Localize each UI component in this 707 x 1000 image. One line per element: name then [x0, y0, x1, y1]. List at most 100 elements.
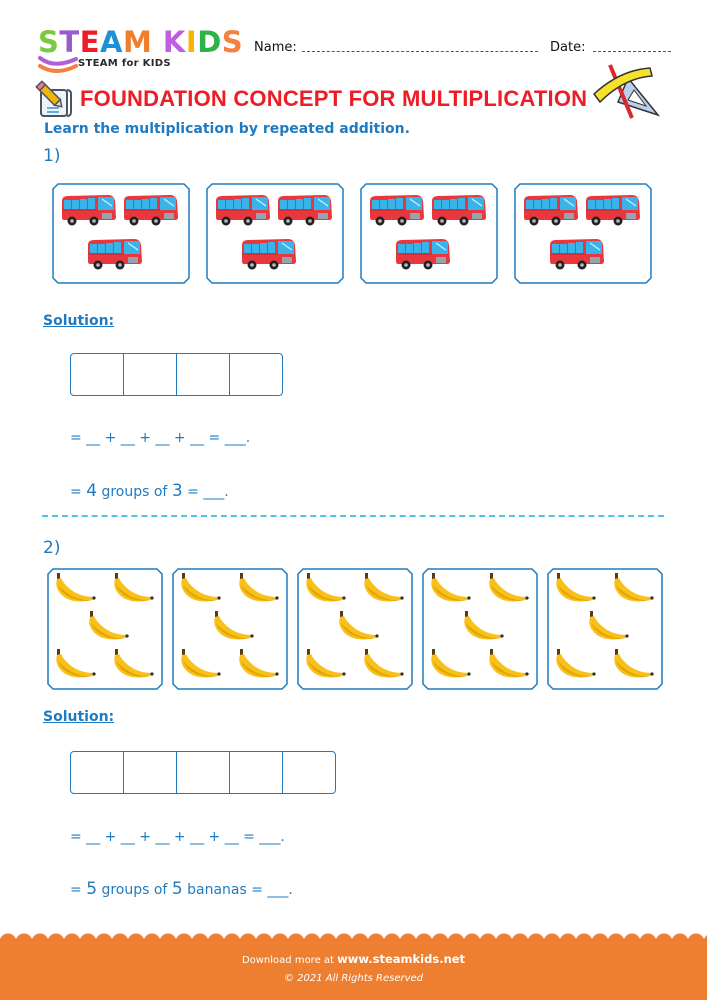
banana-icon	[556, 649, 596, 678]
logo-letter: D	[197, 25, 222, 59]
banana-icon	[489, 649, 529, 678]
logo-letter: S	[38, 25, 60, 59]
banana-icon	[431, 573, 471, 602]
group-box	[297, 568, 413, 690]
eq-mid: groups of	[97, 484, 172, 500]
bus-icon	[242, 239, 296, 270]
eq-suffix: = ___.	[182, 484, 229, 500]
group-box	[514, 183, 652, 284]
logo-letter: K	[162, 25, 186, 59]
eq-items-per-group: 3	[171, 481, 183, 501]
date-label: Date:	[550, 40, 586, 55]
banana-icon	[306, 649, 346, 678]
answer-box[interactable]	[71, 354, 124, 395]
logo-letter	[152, 28, 163, 57]
bus-icon	[88, 239, 142, 270]
banana-icon	[614, 649, 654, 678]
banana-icon	[56, 649, 96, 678]
instructions: Learn the multiplication by repeated add…	[44, 121, 410, 137]
bus-icon	[370, 195, 424, 226]
banana-icon	[431, 649, 471, 678]
group-box	[422, 568, 538, 690]
banana-icon	[464, 611, 504, 640]
bus-icon	[62, 195, 116, 226]
group-box	[47, 568, 163, 690]
banana-icon	[181, 649, 221, 678]
banana-icon	[364, 649, 404, 678]
question-1-repeated-addition: = __ + __ + __ + __ = ___.	[70, 430, 251, 446]
name-label: Name:	[254, 40, 297, 55]
banana-icon	[239, 649, 279, 678]
eq-groups-count: 5	[86, 879, 98, 899]
footer-download-text: Download more at	[241, 955, 338, 966]
footer	[0, 940, 707, 1000]
bus-icon	[278, 195, 332, 226]
banana-icon	[214, 611, 254, 640]
logo-letter: S	[221, 25, 244, 59]
banana-icon	[114, 573, 154, 602]
banana-icon	[56, 573, 96, 602]
banana-icon	[364, 573, 404, 602]
answer-box[interactable]	[283, 752, 335, 793]
logo-letter: T	[59, 25, 80, 59]
bus-icon	[432, 195, 486, 226]
logo-letter: E	[79, 25, 100, 59]
answer-box[interactable]	[177, 752, 230, 793]
question-2-groups-equation: = 5 groups of 5 bananas = ___.	[70, 879, 293, 899]
group-box	[172, 568, 288, 690]
bus-icon	[586, 195, 640, 226]
name-field[interactable]	[302, 51, 538, 52]
question-2-answer-boxes	[70, 751, 336, 794]
answer-box[interactable]	[124, 354, 177, 395]
group-box	[360, 183, 498, 284]
eq-groups-count: 4	[86, 481, 98, 501]
bus-icon	[396, 239, 450, 270]
question-1-groups-equation: = 4 groups of 3 = ___.	[70, 481, 229, 501]
section-divider	[42, 515, 664, 517]
group-box	[206, 183, 344, 284]
page-title: FOUNDATION CONCEPT FOR MULTIPLICATION	[80, 86, 588, 111]
date-field[interactable]	[593, 51, 671, 52]
banana-icon	[556, 573, 596, 602]
group-box	[547, 568, 663, 690]
banana-icon	[114, 649, 154, 678]
group-box	[52, 183, 190, 284]
eq-prefix: =	[70, 484, 87, 500]
banana-icon	[89, 611, 129, 640]
logo-letter: A	[100, 25, 123, 59]
eq-mid: groups of	[97, 882, 172, 898]
question-1-number: 1)	[43, 146, 61, 166]
footer-url-link[interactable]: www.steamkids.net	[337, 952, 465, 966]
banana-icon	[181, 573, 221, 602]
banana-icon	[489, 573, 529, 602]
logo: STEAM KIDS	[38, 28, 243, 57]
banana-icon	[589, 611, 629, 640]
question-2-number: 2)	[43, 538, 61, 558]
question-1-solution-label: Solution:	[43, 313, 115, 329]
question-2-solution-label: Solution:	[43, 709, 115, 725]
worksheet-pencil-icon	[35, 80, 72, 117]
logo-tagline: STEAM for KIDS	[78, 58, 171, 69]
ruler-triangle-pencil-icon	[592, 64, 660, 119]
eq-suffix: bananas = ___.	[182, 882, 293, 898]
logo-letter: M	[122, 25, 153, 59]
banana-icon	[614, 573, 654, 602]
footer-copyright: © 2021 All Rights Reserved	[283, 973, 424, 984]
eq-items-per-group: 5	[171, 879, 183, 899]
answer-box[interactable]	[230, 752, 283, 793]
answer-box[interactable]	[71, 752, 124, 793]
logo-letter: I	[185, 25, 198, 59]
bus-icon	[524, 195, 578, 226]
bus-icon	[216, 195, 270, 226]
banana-icon	[239, 573, 279, 602]
footer-download: Download more at www.steamkids.net	[0, 952, 707, 966]
question-2-repeated-addition: = __ + __ + __ + __ + __ = ___.	[70, 829, 285, 845]
bus-icon	[124, 195, 178, 226]
answer-box[interactable]	[177, 354, 230, 395]
question-1-answer-boxes	[70, 353, 283, 396]
logo-swoosh-icon	[38, 56, 78, 73]
bus-icon	[550, 239, 604, 270]
answer-box[interactable]	[124, 752, 177, 793]
answer-box[interactable]	[230, 354, 282, 395]
banana-icon	[306, 573, 346, 602]
